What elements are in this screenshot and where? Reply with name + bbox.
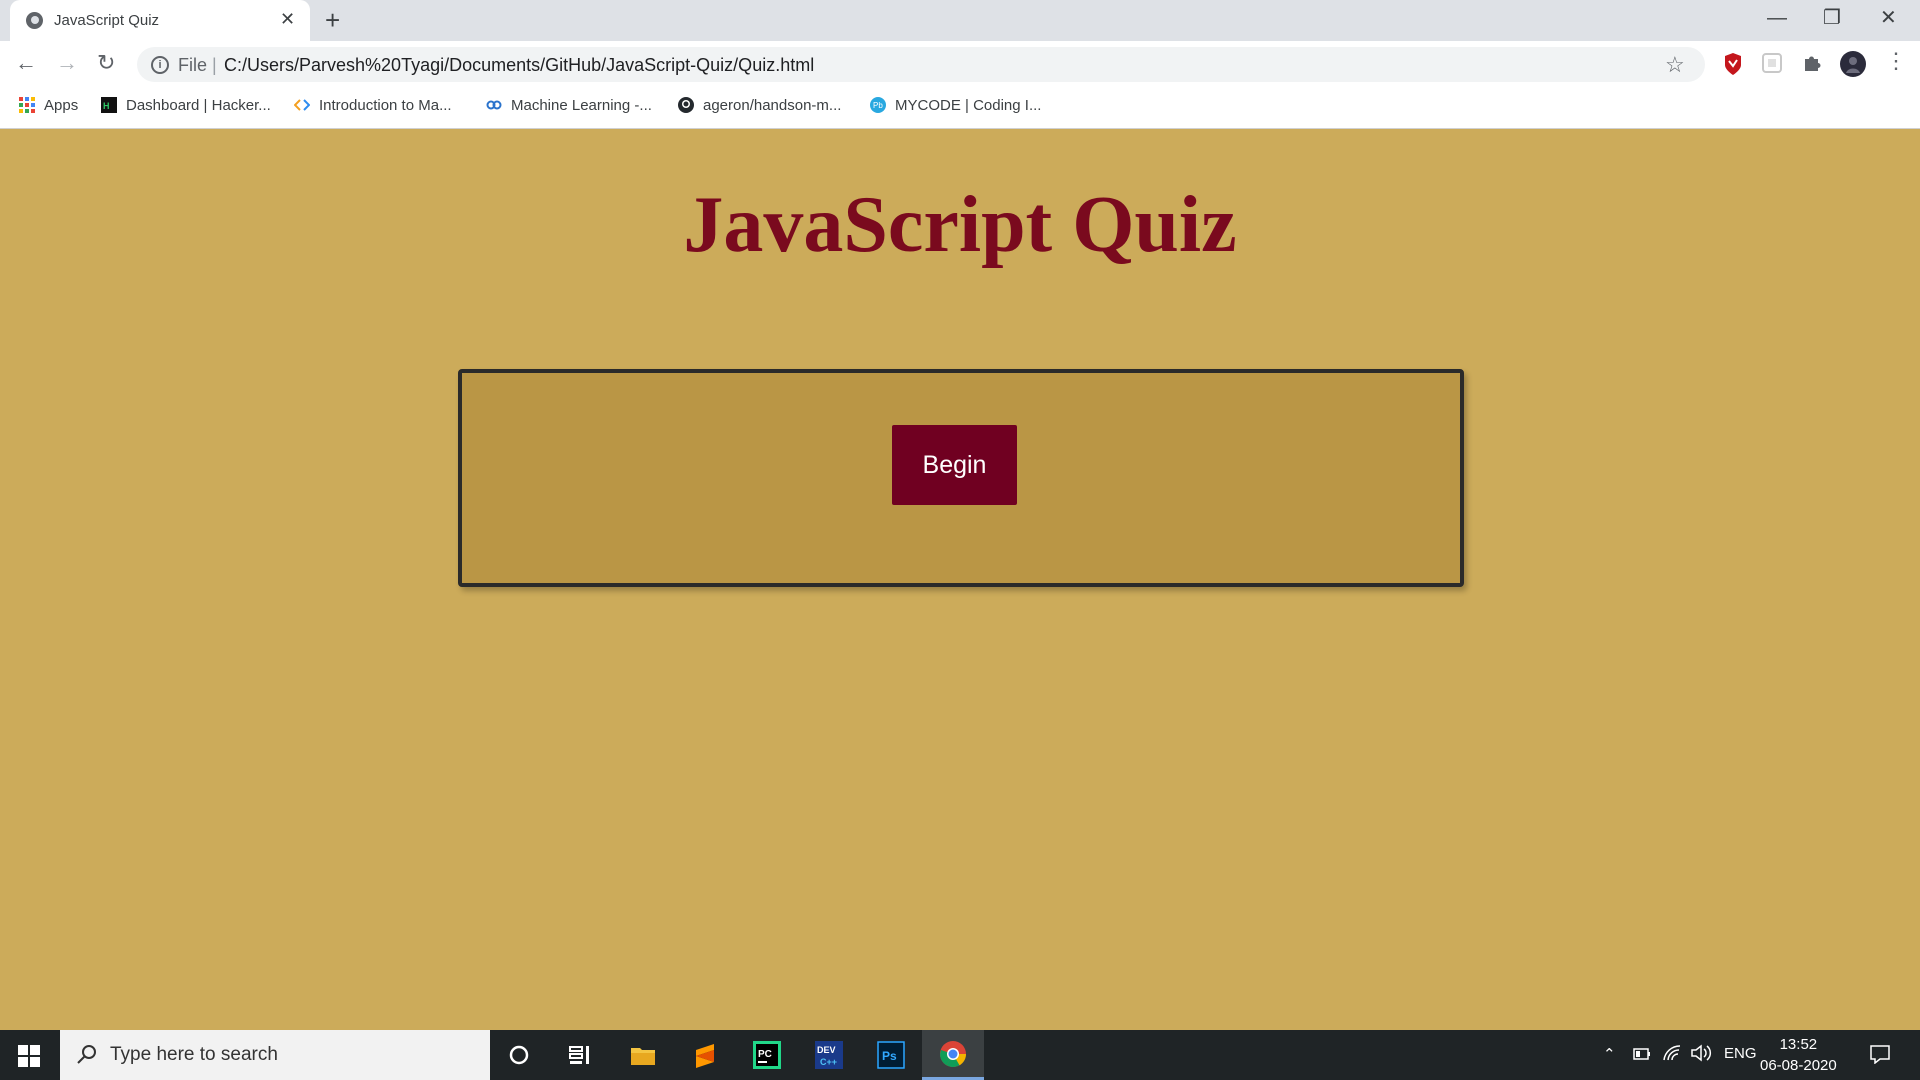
- puzzle-extensions-icon[interactable]: [1802, 53, 1822, 78]
- volume-icon[interactable]: [1690, 1044, 1712, 1062]
- chevron-up-icon[interactable]: ⌃: [1603, 1045, 1616, 1063]
- github-icon: [678, 97, 694, 113]
- pycharm-icon[interactable]: PC: [753, 1041, 781, 1069]
- back-arrow-icon[interactable]: ←: [15, 51, 37, 75]
- taskbar-search-box[interactable]: Type here to search: [60, 1030, 490, 1080]
- globe-icon: [26, 12, 43, 29]
- url-separator: |: [212, 55, 217, 75]
- code-brackets-icon: [294, 99, 310, 111]
- hackerrank-icon: H: [101, 97, 117, 113]
- search-icon: [77, 1045, 96, 1064]
- bookmark-mycode[interactable]: Pb MYCODE | Coding I...: [870, 97, 1041, 114]
- svg-text:Pb: Pb: [873, 101, 883, 110]
- more-menu-icon[interactable]: ⋮: [1885, 49, 1907, 73]
- svg-text:C++: C++: [820, 1057, 837, 1067]
- search-placeholder: Type here to search: [110, 1044, 278, 1065]
- bookmarks-bar: Apps H Dashboard | Hacker... Introduction…: [0, 88, 1920, 129]
- chrome-icon: [939, 1041, 967, 1068]
- battery-icon[interactable]: [1633, 1047, 1651, 1061]
- quiz-container: Begin: [458, 369, 1464, 587]
- url-scheme-label: File: [178, 55, 208, 75]
- bookmark-label: MYCODE | Coding I...: [895, 97, 1042, 114]
- tab-title: JavaScript Quiz: [54, 12, 160, 29]
- avatar[interactable]: [1840, 51, 1866, 82]
- browser-toolbar: ← → ↻ i File | C:/Users/Parvesh%20Tyagi/…: [0, 41, 1920, 88]
- task-view-icon[interactable]: [566, 1041, 594, 1069]
- wifi-icon[interactable]: [1662, 1044, 1682, 1062]
- notification-icon[interactable]: [1869, 1044, 1891, 1064]
- url-text[interactable]: C:/Users/Parvesh%20Tyagi/Documents/GitHu…: [224, 55, 814, 76]
- reader-extension-icon[interactable]: [1762, 53, 1782, 78]
- file-explorer-icon[interactable]: [629, 1041, 657, 1069]
- clock-time: 13:52: [1779, 1036, 1818, 1053]
- svg-text:Ps: Ps: [882, 1049, 897, 1063]
- photoshop-icon[interactable]: Ps: [877, 1041, 905, 1069]
- page-title: JavaScript Quiz: [683, 181, 1237, 269]
- begin-button[interactable]: Begin: [892, 425, 1017, 505]
- bookmark-machine-learning[interactable]: Machine Learning -...: [486, 97, 652, 114]
- dev-cpp-icon[interactable]: DEV C++: [815, 1041, 843, 1069]
- clock-date: 06-08-2020: [1760, 1057, 1837, 1074]
- language-indicator[interactable]: ENG: [1724, 1045, 1757, 1062]
- windows-start-icon[interactable]: [18, 1045, 40, 1067]
- bookmark-label: ageron/handson-m...: [703, 97, 842, 114]
- new-tab-button[interactable]: +: [325, 6, 340, 34]
- svg-text:DEV: DEV: [817, 1045, 836, 1055]
- taskbar-chrome-active[interactable]: [922, 1030, 984, 1080]
- bookmark-label: Introduction to Ma...: [319, 97, 452, 114]
- bookmark-label: Dashboard | Hacker...: [126, 97, 271, 114]
- forward-arrow-icon[interactable]: →: [56, 51, 78, 75]
- bookmark-introduction[interactable]: Introduction to Ma...: [294, 97, 452, 114]
- minimize-button[interactable]: —: [1767, 6, 1787, 30]
- restore-button[interactable]: ❐: [1823, 6, 1841, 30]
- tab-close-icon[interactable]: ✕: [280, 9, 295, 29]
- bookmark-label: Machine Learning -...: [511, 97, 652, 114]
- bookmark-star-icon[interactable]: ☆: [1665, 52, 1685, 78]
- mycode-icon: Pb: [870, 97, 886, 113]
- close-window-button[interactable]: ✕: [1880, 6, 1897, 30]
- reload-icon[interactable]: ↻: [97, 51, 115, 75]
- browser-tab-strip: JavaScript Quiz ✕ + — ❐ ✕: [0, 0, 1920, 41]
- browser-tab[interactable]: JavaScript Quiz ✕: [10, 0, 310, 41]
- apps-grid-icon: [19, 97, 35, 113]
- info-icon[interactable]: i: [151, 56, 169, 74]
- svg-text:PC: PC: [758, 1049, 772, 1060]
- cortana-icon[interactable]: [505, 1041, 533, 1069]
- svg-text:H: H: [103, 101, 110, 111]
- bookmark-apps[interactable]: Apps: [19, 97, 78, 114]
- sublime-text-icon[interactable]: [691, 1041, 719, 1069]
- bookmark-label: Apps: [44, 97, 79, 114]
- bookmark-github[interactable]: ageron/handson-m...: [678, 97, 841, 114]
- bookmark-hackerrank[interactable]: H Dashboard | Hacker...: [101, 97, 271, 114]
- shield-extension-icon[interactable]: [1724, 53, 1742, 80]
- system-clock[interactable]: 13:52 06-08-2020: [1760, 1034, 1837, 1076]
- coursera-icon: [486, 100, 502, 110]
- windows-taskbar: Type here to search PC DEV C++ Ps ⌃ ENG 1…: [0, 1030, 1920, 1080]
- address-bar[interactable]: i File | C:/Users/Parvesh%20Tyagi/Docume…: [137, 47, 1705, 82]
